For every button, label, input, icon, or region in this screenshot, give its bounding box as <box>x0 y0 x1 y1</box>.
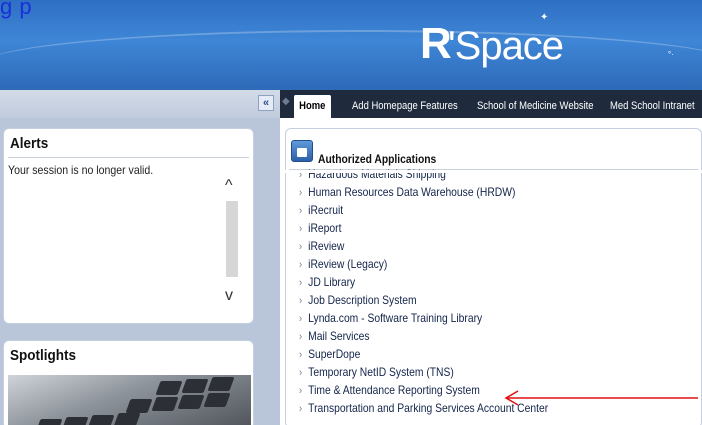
chevron-right-icon: › <box>299 313 303 325</box>
chevron-right-icon: › <box>299 367 303 379</box>
chevron-right-icon: › <box>299 403 303 415</box>
list-item[interactable]: › Temporary NetID System (TNS) <box>299 364 454 381</box>
tab-strip: ◆ Home Add Homepage Features School of M… <box>280 90 702 118</box>
chevron-right-icon: › <box>299 223 303 235</box>
keyboard-key <box>203 393 231 407</box>
left-column: Alerts Your session is no longer valid. … <box>0 118 280 425</box>
list-item[interactable]: › Human Resources Data Warehouse (HRDW) <box>299 184 515 201</box>
list-item[interactable]: › JD Library <box>299 274 355 291</box>
tab-med-school-intranet[interactable]: Med School Intranet <box>610 95 695 118</box>
list-item[interactable]: › Hazardous Materials Shipping <box>299 166 446 183</box>
list-item[interactable]: › iReport <box>299 220 341 237</box>
nav-left-area <box>0 90 280 118</box>
chevron-right-icon: › <box>299 349 303 361</box>
chevron-right-icon: › <box>299 385 303 397</box>
tab-school-of-medicine-website[interactable]: School of Medicine Website <box>477 95 594 118</box>
spotlights-panel: Spotlights <box>3 340 254 425</box>
keyboard-key <box>113 413 141 425</box>
spotlight-keyboard-image[interactable] <box>8 375 251 425</box>
chevron-right-icon: › <box>299 241 303 253</box>
list-clip-mask <box>285 170 702 173</box>
list-item[interactable]: › Job Description System <box>299 292 417 309</box>
keyboard-key <box>61 417 89 425</box>
list-item[interactable]: › iReview (Legacy) <box>299 256 387 273</box>
header-decoration <box>0 30 702 90</box>
scroll-track[interactable] <box>226 201 238 277</box>
alerts-title: Alerts <box>10 135 49 152</box>
list-item[interactable]: › Lynda.com - Software Training Library <box>299 310 482 327</box>
tab-home[interactable]: Home <box>294 95 331 118</box>
app-folder-icon <box>291 140 313 162</box>
scroll-up-icon[interactable]: ^ <box>225 178 233 194</box>
nav-bar: « ◆ Home Add Homepage Features School of… <box>0 90 702 118</box>
header-link-fragment[interactable]: g p <box>0 0 32 19</box>
alerts-panel: Alerts Your session is no longer valid. … <box>3 128 254 324</box>
alerts-scrollbar[interactable]: ^ v <box>223 178 241 304</box>
keyboard-key <box>151 397 179 411</box>
keyboard-key <box>125 399 153 413</box>
applications-title: Authorized Applications <box>318 152 437 166</box>
chevron-right-icon: › <box>299 259 303 271</box>
list-item[interactable]: › SuperDope <box>299 346 360 363</box>
keyboard-key <box>207 377 235 391</box>
divider <box>8 157 249 158</box>
sparkle-icon: ✦ <box>540 12 549 23</box>
list-item[interactable]: › Mail Services <box>299 328 370 345</box>
rspace-logo-r: R <box>420 19 452 68</box>
chevron-right-icon: › <box>299 295 303 307</box>
authorized-applications-panel: Authorized Applications › Hazardous Mater… <box>285 128 702 425</box>
tab-scroll-left-icon[interactable]: ◆ <box>282 96 290 107</box>
chevron-right-icon: › <box>299 205 303 217</box>
list-item[interactable]: › Time & Attendance Reporting System <box>299 382 480 399</box>
alert-message: Your session is no longer valid. <box>8 163 154 177</box>
sparkle-icon: °· <box>668 50 674 59</box>
keyboard-key <box>177 395 205 409</box>
spotlights-title: Spotlights <box>10 347 76 364</box>
keyboard-key <box>87 415 115 425</box>
scroll-down-icon[interactable]: v <box>225 288 233 304</box>
list-item[interactable]: › iReview <box>299 238 344 255</box>
keyboard-key <box>155 381 183 395</box>
keyboard-key <box>181 379 209 393</box>
chevron-right-icon: › <box>299 187 303 199</box>
rspace-logo-space: 'Space <box>448 24 564 68</box>
site-header: g p R 'Space ✦ °· <box>0 0 702 90</box>
keyboard-key <box>35 419 63 425</box>
red-annotation-arrow-icon <box>504 390 698 406</box>
chevron-right-icon: › <box>299 277 303 289</box>
chevron-right-icon: › <box>299 331 303 343</box>
collapse-sidebar-button[interactable]: « <box>258 95 274 111</box>
tab-add-homepage-features[interactable]: Add Homepage Features <box>352 95 458 118</box>
list-item[interactable]: › iRecruit <box>299 202 343 219</box>
